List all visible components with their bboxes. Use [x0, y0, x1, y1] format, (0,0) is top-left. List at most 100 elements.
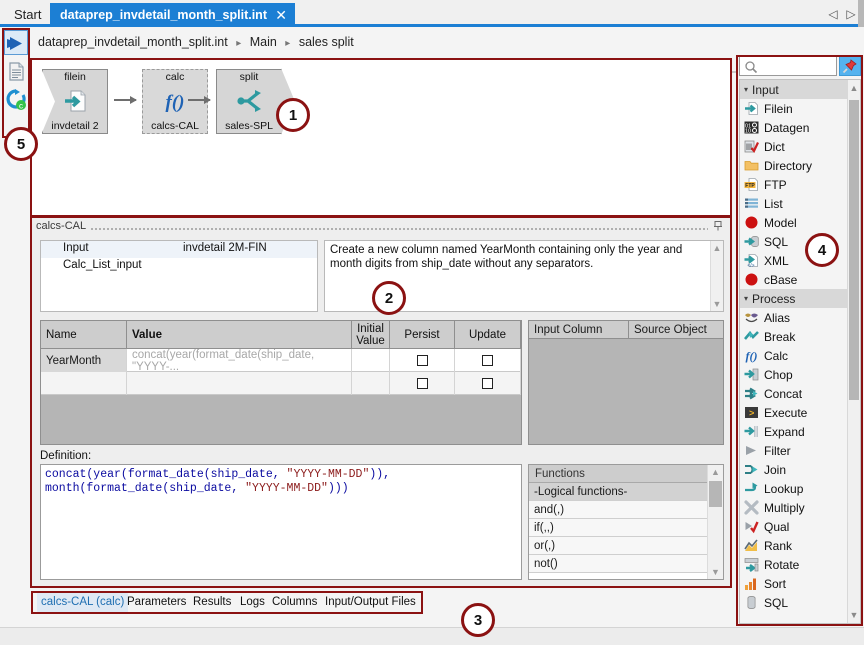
list-item[interactable]: if(,,): [529, 519, 709, 537]
functions-scrollbar[interactable]: ▲ ▼: [707, 465, 723, 579]
palette-item-filein[interactable]: Filein: [740, 99, 860, 118]
input-info-grid[interactable]: Input invdetail 2M-FIN Calc_List_input: [40, 240, 318, 312]
breadcrumb-item-1[interactable]: Main: [250, 35, 277, 49]
palette-group-input[interactable]: ▾ Input: [740, 80, 860, 99]
scroll-up-icon[interactable]: ▲: [848, 81, 860, 95]
workflow-node-split[interactable]: split sales-SPL: [216, 69, 282, 134]
node-name-label: sales-SPL: [216, 120, 282, 132]
cell-initial-value[interactable]: [352, 372, 390, 395]
list-item[interactable]: and(,): [529, 501, 709, 519]
palette-item-sql-input[interactable]: SQL: [740, 232, 860, 251]
palette-item-dict[interactable]: Dict: [740, 137, 860, 156]
palette-item-multiply[interactable]: Multiply: [740, 498, 860, 517]
calc-definitions-table[interactable]: Name Value InitialValue Persist Update Y…: [40, 320, 522, 445]
tab-parameters[interactable]: Parameters: [127, 593, 186, 612]
palette-item-expand[interactable]: Expand: [740, 422, 860, 441]
tab-logs[interactable]: Logs: [240, 593, 265, 612]
run-button[interactable]: [4, 30, 28, 55]
table-row[interactable]: [41, 372, 521, 395]
tab-input-output-files[interactable]: Input/Output Files: [325, 593, 416, 612]
cell-name[interactable]: YearMonth: [41, 349, 127, 372]
tab-results[interactable]: Results: [193, 593, 231, 612]
definition-editor[interactable]: concat(year(format_date(ship_date, "YYYY…: [40, 464, 522, 580]
cell-persist[interactable]: [390, 349, 455, 372]
input-column-table[interactable]: Input Column Source Object: [528, 320, 724, 445]
refresh-history-button[interactable]: c: [4, 87, 28, 112]
palette-item-execute[interactable]: > Execute: [740, 403, 860, 422]
palette-item-break[interactable]: Break: [740, 327, 860, 346]
panel-drag-handle[interactable]: [90, 227, 708, 230]
cell-update[interactable]: [455, 372, 521, 395]
column-header-input-column[interactable]: Input Column: [529, 321, 629, 339]
palette-scrollbar[interactable]: ▲ ▼: [847, 80, 860, 623]
scroll-thumb[interactable]: [709, 481, 722, 507]
update-checkbox[interactable]: [482, 378, 493, 389]
list-item[interactable]: -Logical functions-: [529, 483, 709, 501]
palette-item-cbase[interactable]: cBase: [740, 270, 860, 289]
palette-item-calc[interactable]: f() Calc: [740, 346, 860, 365]
document-button[interactable]: [4, 59, 28, 84]
breadcrumb-item-2[interactable]: sales split: [299, 35, 354, 49]
cell-persist[interactable]: [390, 372, 455, 395]
palette-group-process[interactable]: ▾ Process: [740, 289, 860, 308]
scroll-down-icon[interactable]: ▼: [708, 566, 723, 578]
pushpin-icon[interactable]: [712, 220, 724, 232]
cell-initial-value[interactable]: [352, 349, 390, 372]
breadcrumb-item-0[interactable]: dataprep_invdetail_month_split.int: [38, 35, 228, 49]
palette-item-alias[interactable]: Alias: [740, 308, 860, 327]
column-header-source-object[interactable]: Source Object: [629, 321, 723, 339]
tab-calcs-cal[interactable]: calcs-CAL (calc): [37, 593, 128, 612]
scroll-up-icon[interactable]: ▲: [711, 242, 723, 254]
update-checkbox[interactable]: [482, 355, 493, 366]
palette-list[interactable]: ▾ Input Filein 01 10: [739, 79, 861, 624]
table-row[interactable]: Calc_List_input: [41, 258, 317, 275]
description-scrollbar[interactable]: ▲ ▼: [710, 241, 723, 311]
palette-item-filter[interactable]: Filter: [740, 441, 860, 460]
palette-item-chop[interactable]: Chop: [740, 365, 860, 384]
scroll-down-icon[interactable]: ▼: [711, 298, 723, 310]
workflow-node-filein[interactable]: filein invdetail 2: [42, 69, 108, 134]
cell-update[interactable]: [455, 349, 521, 372]
list-item[interactable]: or(,): [529, 537, 709, 555]
workflow-canvas[interactable]: filein invdetail 2 calc f() calcs-CAL: [31, 59, 731, 216]
scroll-up-icon[interactable]: ▲: [708, 466, 723, 478]
palette-pin-button[interactable]: [839, 56, 861, 76]
tab-document[interactable]: dataprep_invdetail_month_split.int ✕: [50, 3, 295, 27]
column-header-initial-value[interactable]: InitialValue: [352, 321, 390, 349]
persist-checkbox[interactable]: [417, 355, 428, 366]
palette-item-list[interactable]: List: [740, 194, 860, 213]
palette-item-xml[interactable]: </> XML: [740, 251, 860, 270]
palette-item-model[interactable]: Model: [740, 213, 860, 232]
palette-item-rotate[interactable]: Rotate: [740, 555, 860, 574]
column-header-update[interactable]: Update: [455, 321, 521, 349]
palette-item-sql[interactable]: SQL: [740, 593, 860, 612]
close-icon[interactable]: ✕: [275, 3, 287, 27]
scroll-down-icon[interactable]: ▼: [848, 608, 860, 622]
palette-item-concat[interactable]: Concat: [740, 384, 860, 403]
table-row[interactable]: YearMonth concat(year(format_date(ship_d…: [41, 349, 521, 372]
workflow-node-calc[interactable]: calc f() calcs-CAL: [142, 69, 208, 134]
list-item[interactable]: not(): [529, 555, 709, 573]
column-header-name[interactable]: Name: [41, 321, 127, 349]
cell-value[interactable]: concat(year(format_date(ship_date, "YYYY…: [127, 349, 352, 372]
palette-item-rank[interactable]: Rank: [740, 536, 860, 555]
persist-checkbox[interactable]: [417, 378, 428, 389]
palette-item-lookup[interactable]: Lookup: [740, 479, 860, 498]
cell-name[interactable]: [41, 372, 127, 395]
palette-item-qual[interactable]: Qual: [740, 517, 860, 536]
tab-start[interactable]: Start: [4, 3, 51, 27]
palette-item-ftp[interactable]: FTP FTP: [740, 175, 860, 194]
scroll-thumb[interactable]: [849, 100, 859, 400]
table-row[interactable]: Input invdetail 2M-FIN: [41, 241, 317, 258]
palette-item-join[interactable]: Join: [740, 460, 860, 479]
search-input[interactable]: [739, 56, 837, 76]
functions-list[interactable]: Functions -Logical functions- and(,) if(…: [528, 464, 724, 580]
palette-item-sort[interactable]: Sort: [740, 574, 860, 593]
palette-item-datagen[interactable]: 01 10 Datagen: [740, 118, 860, 137]
cell-value[interactable]: [127, 372, 352, 395]
column-header-persist[interactable]: Persist: [390, 321, 455, 349]
palette-item-directory[interactable]: Directory: [740, 156, 860, 175]
tab-nav-prev-icon[interactable]: ◁: [824, 5, 842, 23]
tab-columns[interactable]: Columns: [272, 593, 317, 612]
column-header-value[interactable]: Value: [127, 321, 352, 349]
